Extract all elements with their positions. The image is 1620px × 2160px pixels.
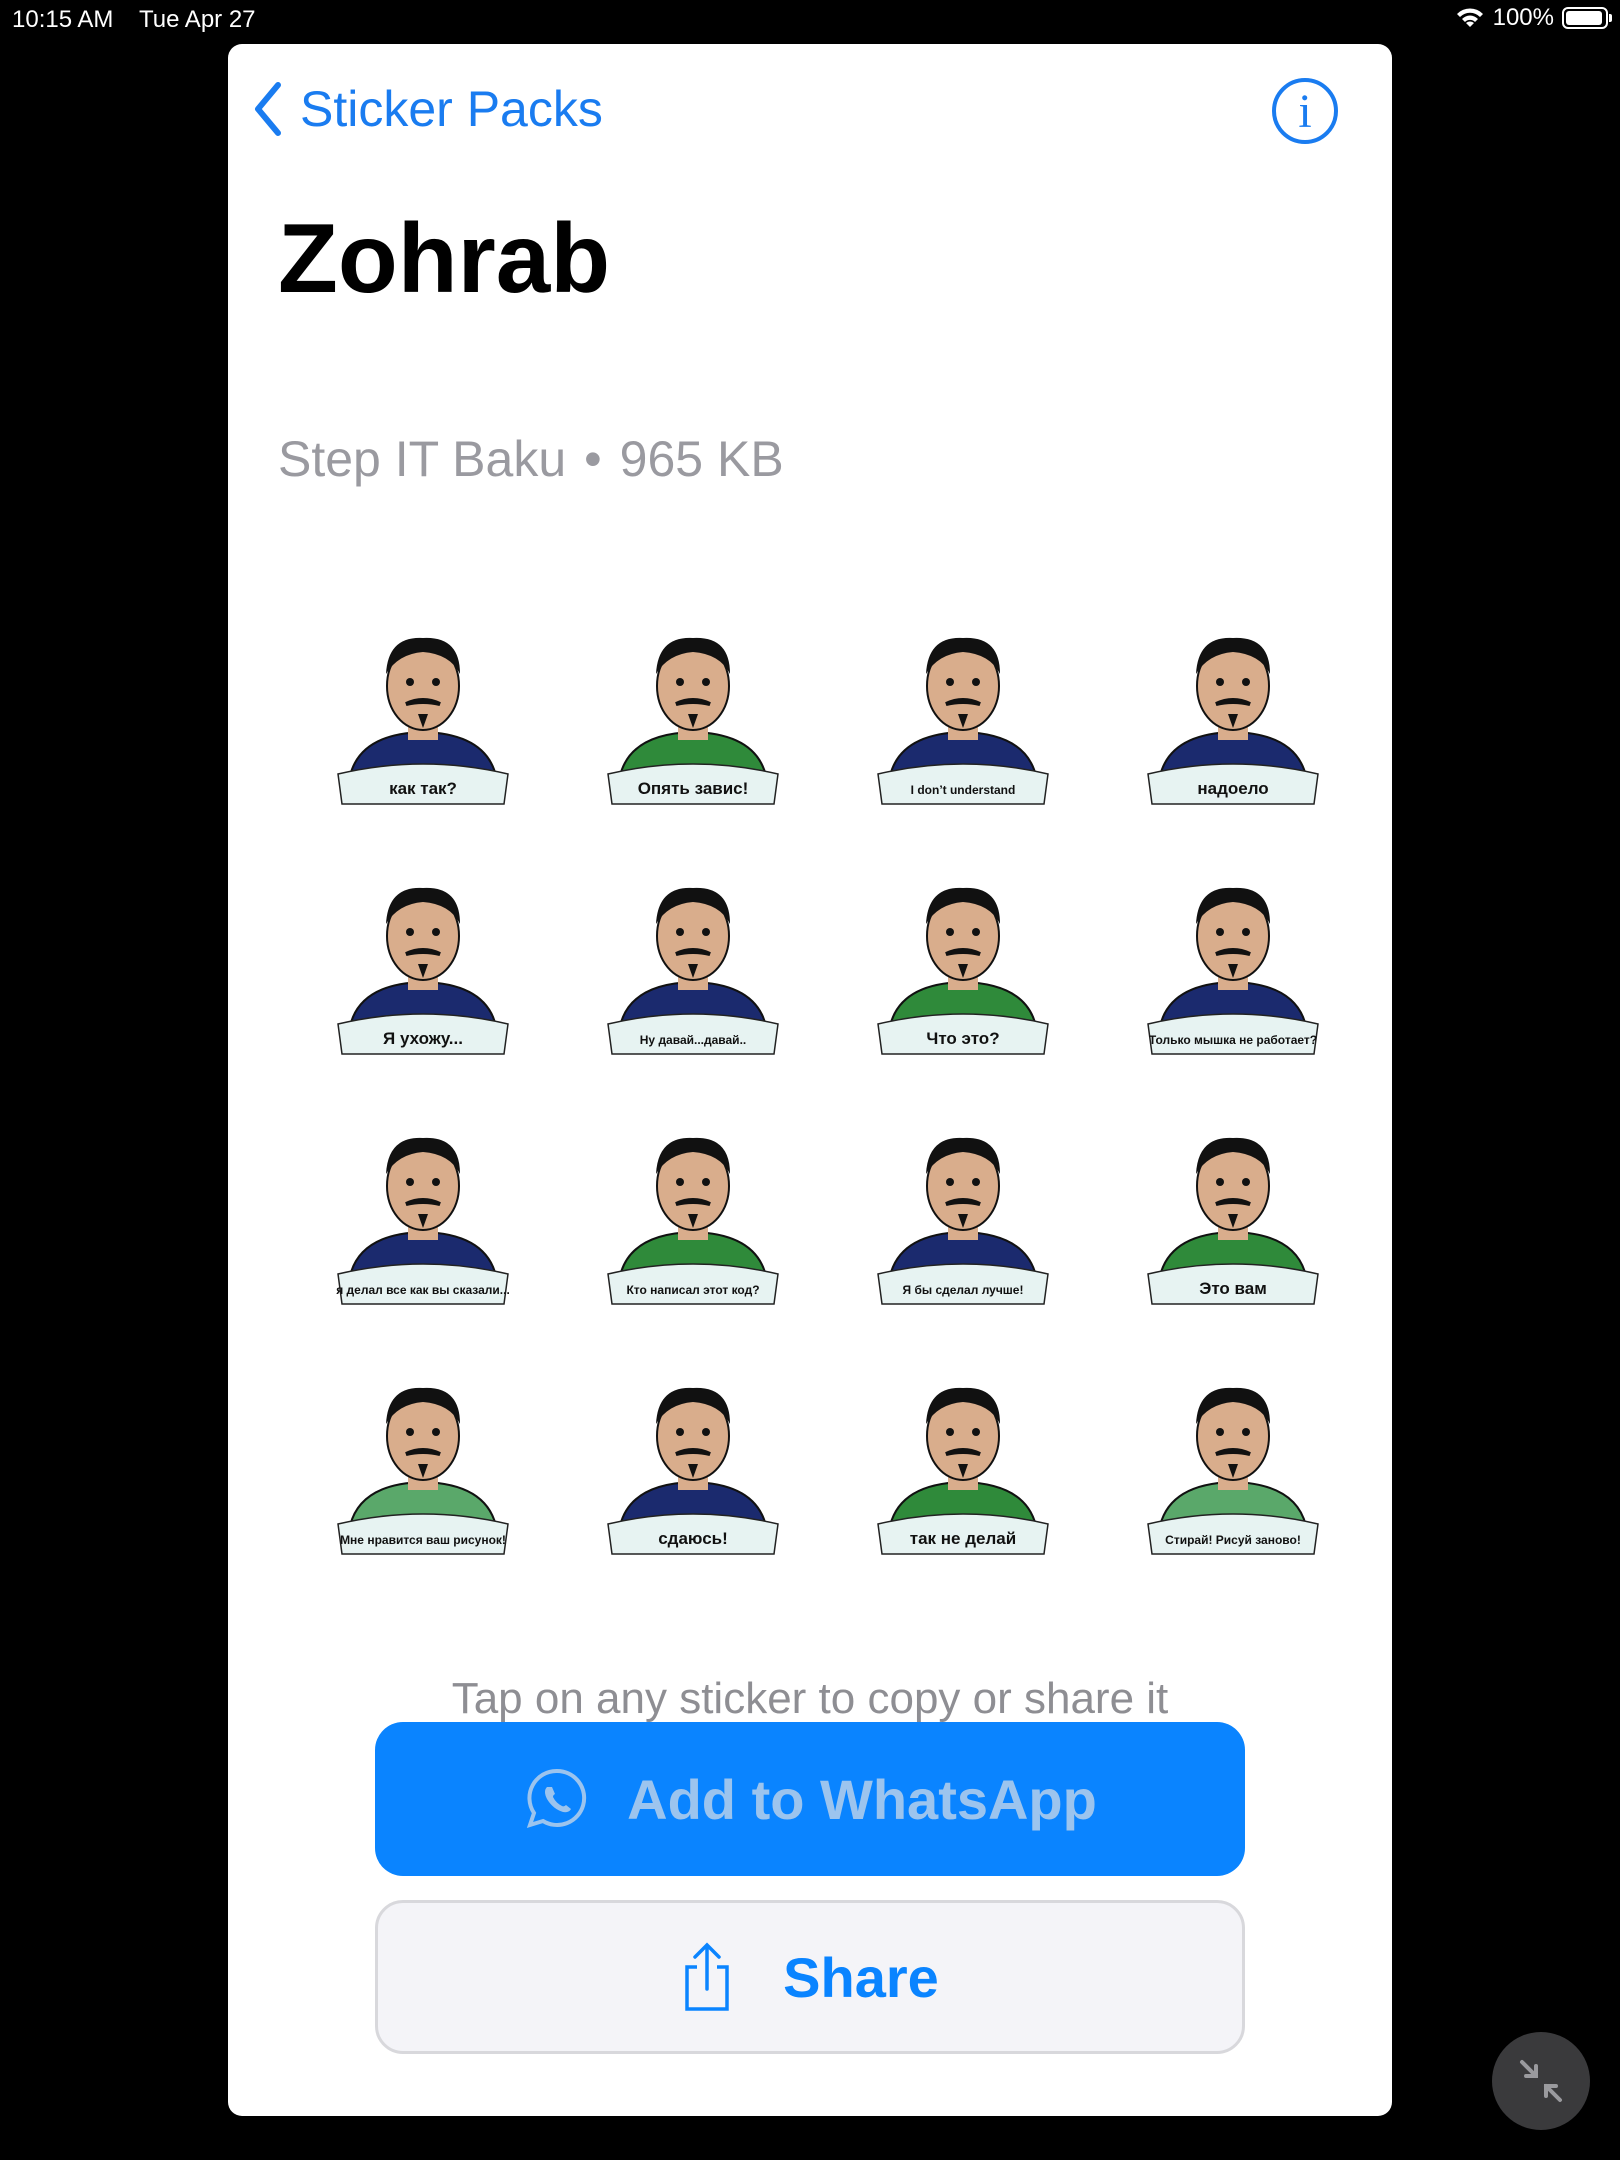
sticker-1[interactable]: как так? — [288, 584, 558, 834]
sticker-16[interactable]: Стирай! Рисуй заново! — [1098, 1334, 1368, 1584]
battery-icon — [1562, 7, 1612, 29]
wifi-icon — [1456, 8, 1483, 27]
sticker-11[interactable]: Я бы сделал лучше! — [828, 1084, 1098, 1334]
add-to-whatsapp-button[interactable]: Add to WhatsApp — [375, 1722, 1245, 1876]
sticker-illustration: Опять завис! — [607, 637, 779, 805]
pack-size: 965 KB — [619, 431, 784, 487]
hint-text: Tap on any sticker to copy or share it — [451, 1674, 1169, 1723]
sticker-pack-sheet: Sticker Packs i Zohrab Step IT Baku • 96… — [228, 44, 1392, 2116]
sticker-illustration: I don’t understand — [877, 637, 1049, 805]
battery-percent: 100% — [1492, 4, 1554, 31]
sticker-illustration: Только мышка не работает? — [1147, 887, 1319, 1055]
sticker-caption: я делал все как вы сказали... — [336, 1283, 510, 1297]
sticker-illustration: Я бы сделал лучше! — [877, 1137, 1049, 1305]
sticker-14[interactable]: сдаюсь! — [558, 1334, 828, 1584]
sticker-caption: I don’t understand — [911, 783, 1016, 797]
sticker-illustration: надоело — [1147, 637, 1319, 805]
sticker-10[interactable]: Кто написал этот код? — [558, 1084, 828, 1334]
sticker-illustration: Что это? — [877, 887, 1049, 1055]
sticker-illustration: Кто написал этот код? — [607, 1137, 779, 1305]
pack-subtitle: Step IT Baku • 965 KB — [278, 430, 784, 488]
info-icon: i — [1298, 84, 1312, 138]
sticker-6[interactable]: Ну давай...давай.. — [558, 834, 828, 1084]
sticker-caption: Кто написал этот код? — [626, 1283, 759, 1297]
sticker-caption: Стирай! Рисуй заново! — [1165, 1533, 1301, 1547]
sticker-caption: так не делай — [910, 1529, 1016, 1548]
sticker-15[interactable]: так не делай — [828, 1334, 1098, 1584]
share-label: Share — [783, 1945, 939, 2009]
sticker-caption: сдаюсь! — [658, 1529, 728, 1548]
sticker-caption: Я ухожу... — [383, 1029, 463, 1048]
sticker-caption: Что это? — [926, 1029, 999, 1048]
info-button[interactable]: i — [1272, 78, 1338, 144]
share-icon — [685, 1942, 729, 2011]
sticker-9[interactable]: я делал все как вы сказали... — [288, 1084, 558, 1334]
back-label: Sticker Packs — [300, 81, 603, 137]
sticker-caption: Я бы сделал лучше! — [903, 1283, 1024, 1297]
sticker-7[interactable]: Что это? — [828, 834, 1098, 1084]
sticker-caption: Опять завис! — [638, 779, 749, 798]
add-to-whatsapp-label: Add to WhatsApp — [627, 1767, 1097, 1831]
sticker-illustration: так не делай — [877, 1387, 1049, 1555]
status-time: 10:15 AM — [12, 6, 114, 33]
sticker-illustration: Ну давай...давай.. — [607, 887, 779, 1055]
sticker-caption: Только мышка не работает? — [1149, 1033, 1317, 1047]
status-right: 100% — [1455, 4, 1612, 32]
pack-title: Zohrab — [278, 203, 611, 313]
sticker-illustration: Мне нравится ваш рисунок! — [337, 1387, 509, 1555]
sticker-2[interactable]: Опять завис! — [558, 584, 828, 834]
sticker-caption: надоело — [1197, 779, 1268, 798]
status-date: Tue Apr 27 — [139, 6, 256, 33]
back-button[interactable]: Sticker Packs — [252, 80, 603, 138]
collapse-button[interactable] — [1492, 2032, 1590, 2130]
collapse-arrows-icon — [1520, 2060, 1562, 2102]
sticker-illustration: Я ухожу... — [337, 887, 509, 1055]
separator: • — [584, 431, 602, 487]
sticker-illustration: сдаюсь! — [607, 1387, 779, 1555]
sticker-caption: Это вам — [1199, 1279, 1267, 1298]
sticker-illustration: Это вам — [1147, 1137, 1319, 1305]
status-bar: 10:15 AM Tue Apr 27 100% — [0, 0, 1620, 40]
sticker-caption: Ну давай...давай.. — [640, 1033, 746, 1047]
sticker-12[interactable]: Это вам — [1098, 1084, 1368, 1334]
sticker-4[interactable]: надоело — [1098, 584, 1368, 834]
sticker-caption: Мне нравится ваш рисунок! — [340, 1533, 506, 1547]
whatsapp-icon — [527, 1768, 587, 1829]
sticker-illustration: Стирай! Рисуй заново! — [1147, 1387, 1319, 1555]
share-button[interactable]: Share — [375, 1900, 1245, 2054]
sticker-caption: как так? — [389, 779, 457, 798]
sticker-8[interactable]: Только мышка не работает? — [1098, 834, 1368, 1084]
sticker-5[interactable]: Я ухожу... — [288, 834, 558, 1084]
sticker-3[interactable]: I don’t understand — [828, 584, 1098, 834]
sticker-illustration: я делал все как вы сказали... — [336, 1137, 510, 1305]
sticker-grid: как так? Опять завис! I don’t understand на… — [288, 584, 1368, 1584]
chevron-left-icon — [255, 82, 281, 136]
sticker-illustration: как так? — [337, 637, 509, 805]
pack-publisher: Step IT Baku — [278, 431, 567, 487]
sticker-13[interactable]: Мне нравится ваш рисунок! — [288, 1334, 558, 1584]
